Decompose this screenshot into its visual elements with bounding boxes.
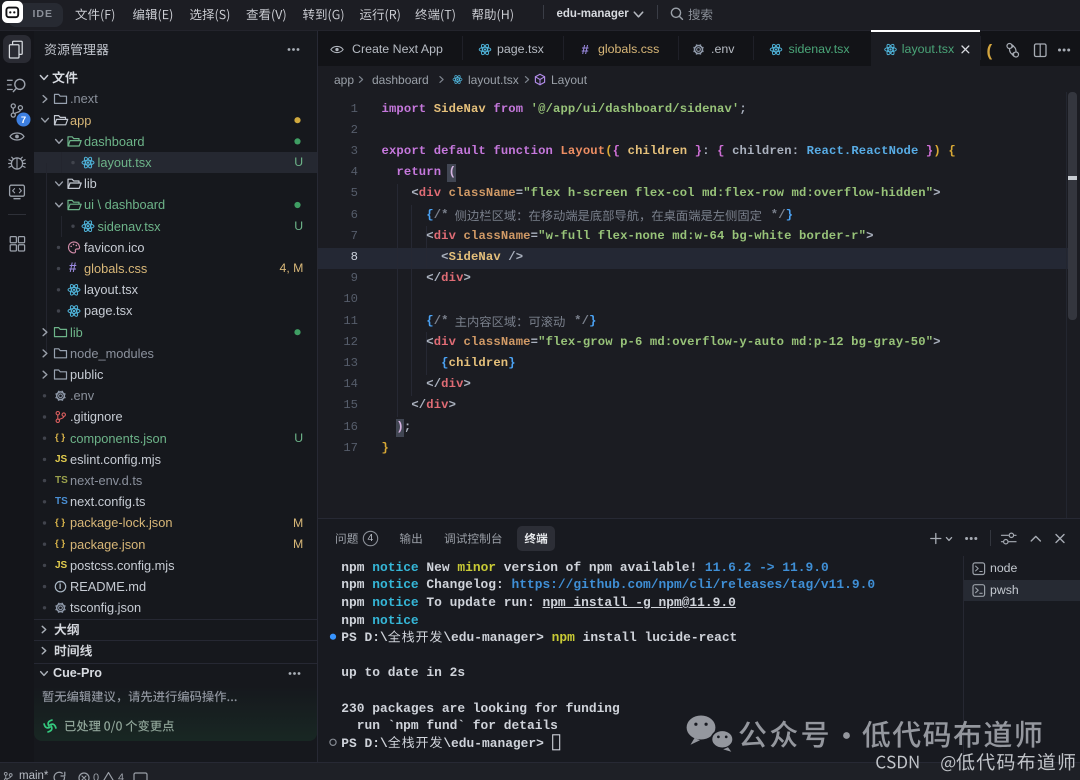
svg-text:7: 7 — [21, 115, 26, 126]
